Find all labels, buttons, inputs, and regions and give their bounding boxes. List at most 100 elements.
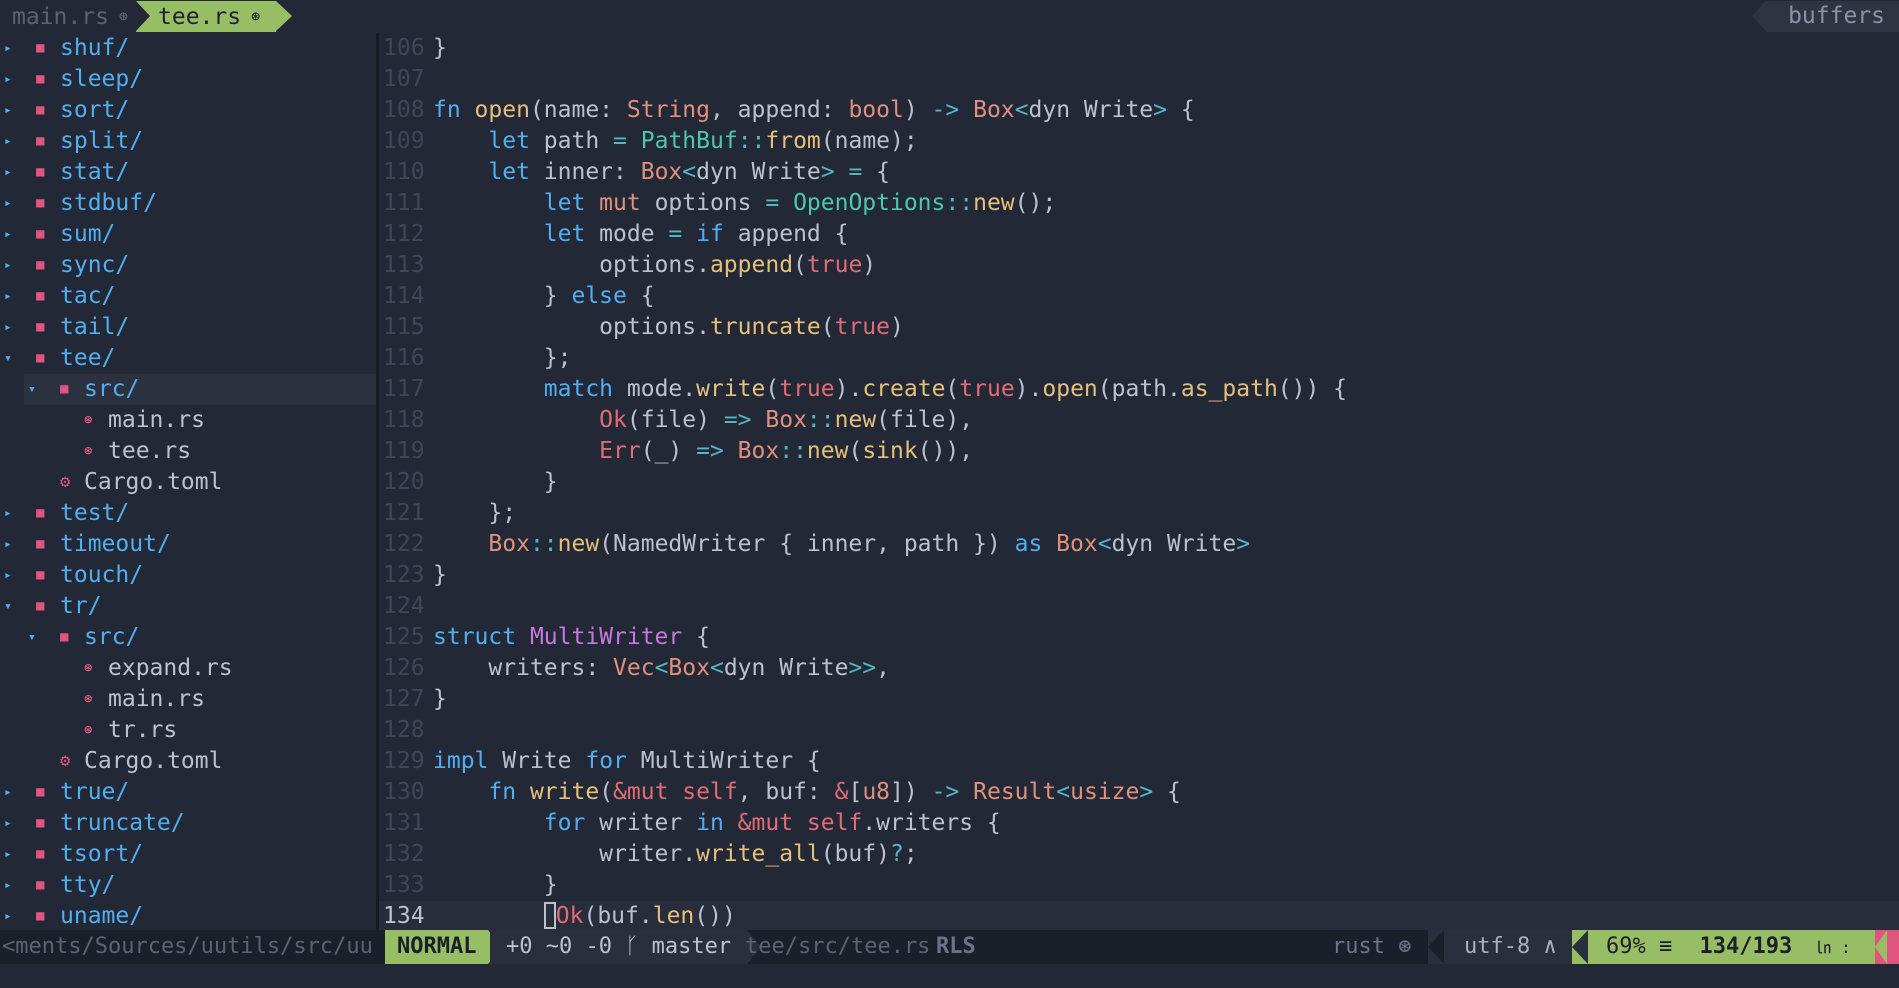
collapsed-arrow-icon[interactable]: ▸ <box>4 95 12 126</box>
code-line[interactable]: 125 struct MultiWriter { <box>379 622 1899 653</box>
code-line[interactable]: 112 let mode = if append { <box>379 219 1899 250</box>
collapsed-arrow-icon[interactable]: ▸ <box>4 64 12 95</box>
code-line[interactable]: 115 options.truncate(true) <box>379 312 1899 343</box>
tree-file-item[interactable]: ⚙ Cargo.toml <box>0 746 376 777</box>
tree-file-item[interactable]: ⊛ main.rs <box>0 684 376 715</box>
collapsed-arrow-icon[interactable]: ▸ <box>4 529 12 560</box>
line-number: 110 <box>383 159 425 185</box>
tree-dir-item[interactable]: ▸ ■ sum/ <box>0 219 376 250</box>
code-line[interactable]: 133 } <box>379 870 1899 901</box>
code-token: for <box>543 810 600 836</box>
code-line[interactable]: 129 impl Write for MultiWriter { <box>379 746 1899 777</box>
collapsed-arrow-icon[interactable]: ▸ <box>4 126 12 157</box>
expanded-arrow-icon[interactable]: ▾ <box>4 591 12 622</box>
tree-file-item[interactable]: ⊛ tee.rs <box>0 436 376 467</box>
tree-dir-item[interactable]: ▾ ■ src/ <box>24 374 376 405</box>
code-editor[interactable]: 106} 107 108 fn open(name: String, append: … <box>379 33 1899 932</box>
code-token: } <box>433 562 447 588</box>
tree-dir-item[interactable]: ▾ ■ tr/ <box>0 591 376 622</box>
collapsed-arrow-icon[interactable]: ▸ <box>4 219 12 250</box>
code-line[interactable]: 130 fn write(&mut self, buf: &[u8]) -> R… <box>379 777 1899 808</box>
collapsed-arrow-icon[interactable]: ▸ <box>4 250 12 281</box>
expanded-arrow-icon[interactable]: ▾ <box>28 622 36 653</box>
tree-dir-item[interactable]: ▸ ■ sort/ <box>0 95 376 126</box>
code-line[interactable]: 131 for writer in &mut self.writers { <box>379 808 1899 839</box>
collapsed-arrow-icon[interactable]: ▸ <box>4 777 12 808</box>
code-line[interactable]: 106} <box>379 33 1899 64</box>
code-line[interactable]: 127} <box>379 684 1899 715</box>
tree-file-item[interactable]: ⊛ expand.rs <box>0 653 376 684</box>
collapsed-arrow-icon[interactable]: ▸ <box>4 870 12 901</box>
code-token: sink <box>862 438 918 464</box>
tree-file-item[interactable]: ⊛ tr.rs <box>0 715 376 746</box>
tree-dir-item[interactable]: ▸ ■ tac/ <box>0 281 376 312</box>
code-line[interactable]: 120 } <box>379 467 1899 498</box>
tree-dir-item[interactable]: ▸ ■ tail/ <box>0 312 376 343</box>
line-number-icon: ㏑ : <box>1815 938 1851 957</box>
collapsed-arrow-icon[interactable]: ▸ <box>4 157 12 188</box>
code-line[interactable]: 111 let mut options = OpenOptions::new()… <box>379 188 1899 219</box>
code-line[interactable]: 114 } else { <box>379 281 1899 312</box>
code-line[interactable]: 116 }; <box>379 343 1899 374</box>
code-text: }; <box>433 498 516 529</box>
collapsed-arrow-icon[interactable]: ▸ <box>4 312 12 343</box>
code-line[interactable]: 122 Box::new(NamedWriter { inner, path }… <box>379 529 1899 560</box>
code-line[interactable]: 128 <box>379 715 1899 746</box>
tree-dir-item[interactable]: ▸ ■ sleep/ <box>0 64 376 95</box>
tree-dir-item[interactable]: ▸ ■ timeout/ <box>0 529 376 560</box>
collapsed-arrow-icon[interactable]: ▸ <box>4 33 12 64</box>
code-token: ) <box>903 97 932 123</box>
statusline: <ments/Sources/uutils/src/uu NORMAL +0 ~… <box>0 930 1899 964</box>
buffers-label[interactable]: buffers <box>1752 1 1899 32</box>
code-line[interactable]: 110 let inner: Box<dyn Write> = { <box>379 157 1899 188</box>
tree-dir-item[interactable]: ▸ ■ sync/ <box>0 250 376 281</box>
code-line[interactable]: 121 }; <box>379 498 1899 529</box>
tree-item-label: sort/ <box>60 97 130 123</box>
expanded-arrow-icon[interactable]: ▾ <box>4 343 12 374</box>
tree-dir-item[interactable]: ▸ ■ stdbuf/ <box>0 188 376 219</box>
tree-dir-item[interactable]: ▸ ■ test/ <box>0 498 376 529</box>
code-line[interactable]: 117 match mode.write(true).create(true).… <box>379 374 1899 405</box>
collapsed-arrow-icon[interactable]: ▸ <box>4 560 12 591</box>
tree-dir-item[interactable]: ▸ ■ tsort/ <box>0 839 376 870</box>
tree-dir-item[interactable]: ▸ ■ touch/ <box>0 560 376 591</box>
tree-dir-item[interactable]: ▸ ■ stat/ <box>0 157 376 188</box>
code-line[interactable]: 124 <box>379 591 1899 622</box>
collapsed-arrow-icon[interactable]: ▸ <box>4 498 12 529</box>
code-line[interactable]: 108 fn open(name: String, append: bool) -… <box>379 95 1899 126</box>
collapsed-arrow-icon[interactable]: ▸ <box>4 281 12 312</box>
tree-file-item[interactable]: ⚙ Cargo.toml <box>0 467 376 498</box>
tree-file-item[interactable]: ⊛ main.rs <box>0 405 376 436</box>
tab-tee-rs[interactable]: tee.rs ⊛ <box>136 1 293 32</box>
tree-dir-item[interactable]: ▾ ■ src/ <box>0 622 376 653</box>
code-line[interactable]: 113 options.append(true) <box>379 250 1899 281</box>
code-line[interactable]: 119 Err(_) => Box::new(sink()), <box>379 436 1899 467</box>
line-position: 134/193 <box>1699 934 1793 959</box>
code-line[interactable]: 118 Ok(file) => Box::new(file), <box>379 405 1899 436</box>
collapsed-arrow-icon[interactable]: ▸ <box>4 188 12 219</box>
current-code-line[interactable]: 134 Ok(buf.len()) <box>379 901 1899 932</box>
collapsed-arrow-icon[interactable]: ▸ <box>4 839 12 870</box>
code-line[interactable]: 126 writers: Vec<Box<dyn Write>>, <box>379 653 1899 684</box>
tree-dir-item[interactable]: ▸ ■ uname/ <box>0 901 376 932</box>
code-line[interactable]: 109 let path = PathBuf::from(name); <box>379 126 1899 157</box>
code-token: inner: <box>543 159 641 185</box>
line-number: 114 <box>383 283 425 309</box>
collapsed-arrow-icon[interactable]: ▸ <box>4 808 12 839</box>
code-line[interactable]: 123} <box>379 560 1899 591</box>
code-token: > <box>1236 531 1251 557</box>
tree-dir-item[interactable]: ▾ ■ tee/ <box>0 343 376 374</box>
command-line[interactable] <box>0 964 1899 988</box>
tree-dir-item[interactable]: ▸ ■ truncate/ <box>0 808 376 839</box>
code-line[interactable]: 132 writer.write_all(buf)?; <box>379 839 1899 870</box>
code-line[interactable]: 107 <box>379 64 1899 95</box>
tree-dir-item[interactable]: ▸ ■ true/ <box>0 777 376 808</box>
tab-main-rs[interactable]: main.rs ⊛ <box>12 0 128 33</box>
collapsed-arrow-icon[interactable]: ▸ <box>4 901 12 932</box>
tree-dir-item[interactable]: ▸ ■ split/ <box>0 126 376 157</box>
expanded-arrow-icon[interactable]: ▾ <box>28 374 36 405</box>
tree-dir-item[interactable]: ▸ ■ shuf/ <box>0 33 376 64</box>
code-token: Err <box>599 438 641 464</box>
tree-dir-item[interactable]: ▸ ■ tty/ <box>0 870 376 901</box>
